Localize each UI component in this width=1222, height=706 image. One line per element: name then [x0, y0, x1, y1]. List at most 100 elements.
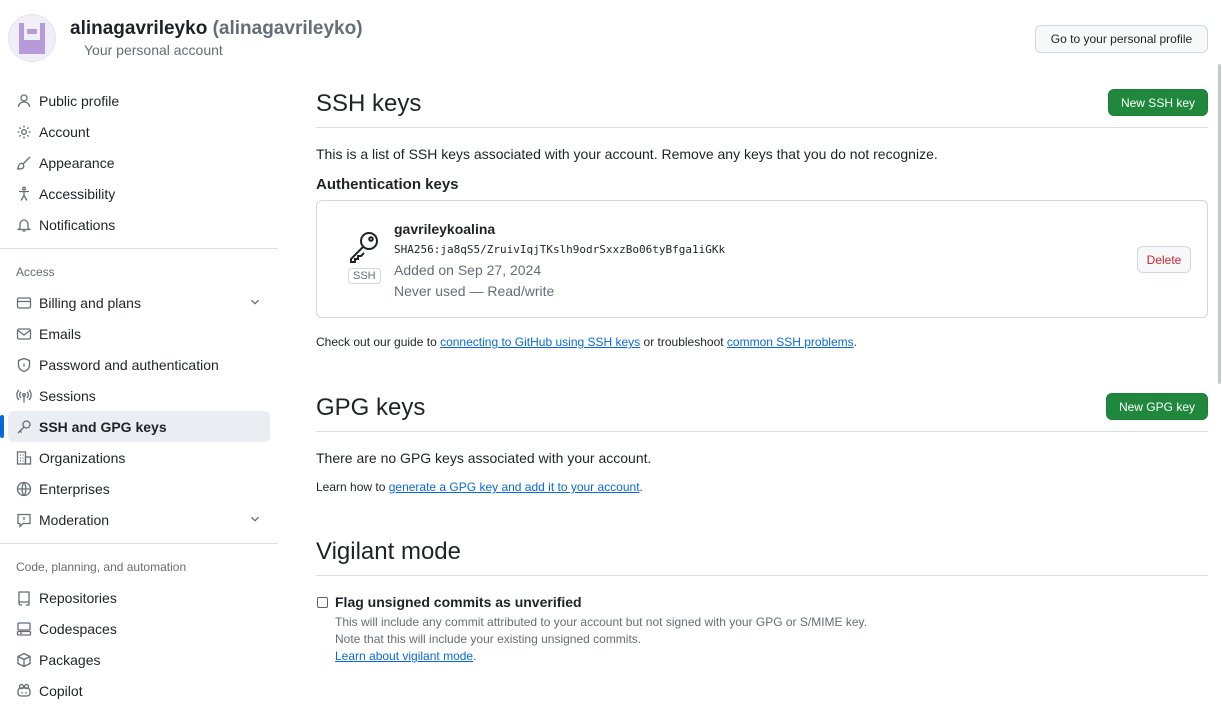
ssh-key-item: SSH gavrileykoalina SHA256:ja8qS5/ZruivI…: [316, 200, 1208, 318]
sidebar-item-label: Notifications: [39, 216, 116, 233]
common-ssh-problems-link[interactable]: common SSH problems: [727, 335, 854, 349]
sidebar-item-repositories[interactable]: Repositories: [0, 582, 280, 613]
vigilant-mode-title: Vigilant mode: [316, 538, 461, 565]
learn-prefix: Learn how to: [316, 480, 389, 494]
key-usage: Never used — Read/write: [394, 283, 555, 299]
sidebar-item-label: Codespaces: [39, 620, 117, 637]
credit-card-icon: [16, 295, 32, 311]
sidebar-item-packages[interactable]: Packages: [0, 644, 280, 675]
report-icon: [16, 512, 32, 528]
sidebar-item-appearance[interactable]: Appearance: [0, 147, 280, 178]
vigilant-line2: Note that this will include your existin…: [335, 632, 642, 646]
sidebar-item-label: Organizations: [39, 449, 126, 466]
sidebar-item-password[interactable]: Password and authentication: [0, 349, 280, 380]
sidebar-item-label: Moderation: [39, 511, 110, 528]
sidebar-item-label: Packages: [39, 651, 101, 668]
main-content: SSH keys New SSH key: [316, 85, 1208, 128]
sidebar-item-public-profile[interactable]: Public profile: [0, 85, 280, 116]
key-title: gavrileykoalina: [394, 221, 496, 237]
sidebar-item-organizations[interactable]: Organizations: [0, 442, 280, 473]
authentication-keys-heading: Authentication keys: [316, 176, 459, 193]
sidebar-item-copilot[interactable]: Copilot: [0, 675, 280, 706]
chevron-down-icon[interactable]: [248, 512, 262, 526]
gpg-learn-text: Learn how to generate a GPG key and add …: [316, 480, 643, 494]
ssh-guide-text: Check out our guide to connecting to Git…: [316, 335, 857, 349]
sidebar-item-label: Public profile: [39, 92, 120, 109]
sidebar-item-account[interactable]: Account: [0, 116, 280, 147]
gpg-keys-header: GPG keys New GPG key: [316, 389, 1208, 432]
vigilant-checkbox-label[interactable]: Flag unsigned commits as unverified: [335, 594, 582, 610]
sidebar-item-sessions[interactable]: Sessions: [0, 380, 280, 411]
sidebar-group-access: Access: [16, 265, 55, 279]
sidebar-item-moderation[interactable]: Moderation: [0, 504, 280, 535]
shield-lock-icon: [16, 357, 32, 373]
sidebar-item-label: Copilot: [39, 682, 83, 699]
sidebar-item-ssh-gpg-keys[interactable]: SSH and GPG keys: [0, 411, 270, 442]
learn-suffix: .: [639, 480, 643, 494]
accessibility-icon: [16, 186, 32, 202]
vigilant-checkbox-row: Flag unsigned commits as unverified: [317, 594, 582, 610]
new-gpg-key-button[interactable]: New GPG key: [1105, 393, 1208, 420]
sidebar-item-label: Account: [39, 123, 90, 140]
vigilant-line1: This will include any commit attributed …: [335, 615, 868, 629]
account-subtitle: Your personal account: [84, 42, 223, 58]
ssh-keys-header: SSH keys New SSH key: [316, 85, 1208, 128]
gpg-empty-text: There are no GPG keys associated with yo…: [316, 450, 652, 466]
sidebar-item-codespaces[interactable]: Codespaces: [0, 613, 280, 644]
vigilant-section: Vigilant mode: [316, 533, 1208, 576]
sidebar-item-label: Accessibility: [39, 185, 116, 202]
go-to-profile-button[interactable]: Go to your personal profile: [1035, 25, 1208, 53]
sidebar-item-billing[interactable]: Billing and plans: [0, 287, 280, 318]
new-ssh-key-button[interactable]: New SSH key: [1107, 89, 1208, 116]
gpg-section: GPG keys New GPG key: [316, 389, 1208, 432]
delete-key-button[interactable]: Delete: [1137, 246, 1191, 273]
sidebar-item-notifications[interactable]: Notifications: [0, 209, 280, 240]
settings-sidebar: Public profile Account Appearance Access…: [0, 85, 280, 706]
bell-icon: [16, 217, 32, 233]
vigilant-mode-header: Vigilant mode: [316, 533, 1208, 576]
guide-middle: or troubleshoot: [640, 335, 727, 349]
key-icon: [16, 419, 32, 435]
codespaces-icon: [16, 621, 32, 637]
sidebar-item-label: Emails: [39, 325, 82, 342]
sidebar-item-label: Repositories: [39, 589, 117, 606]
generate-gpg-key-link[interactable]: generate a GPG key and add it to your ac…: [389, 480, 640, 494]
sidebar-item-label: SSH and GPG keys: [39, 418, 167, 435]
sidebar-item-accessibility[interactable]: Accessibility: [0, 178, 280, 209]
vigilant-description: This will include any commit attributed …: [335, 614, 867, 665]
repo-icon: [16, 590, 32, 606]
sidebar-divider: [0, 248, 278, 249]
sidebar-item-label: Appearance: [39, 154, 115, 171]
key-icon: [346, 229, 382, 265]
sidebar-item-label: Billing and plans: [39, 294, 141, 311]
ssh-badge: SSH: [348, 268, 381, 284]
key-fingerprint: SHA256:ja8qS5/ZruivIqjTKslh9odrSxxzBo06t…: [394, 243, 726, 256]
mail-icon: [16, 326, 32, 342]
copilot-icon: [16, 683, 32, 699]
ssh-description: This is a list of SSH keys associated wi…: [316, 146, 938, 162]
person-icon: [16, 93, 32, 109]
paintbrush-icon: [16, 155, 32, 171]
sidebar-item-label: Enterprises: [39, 480, 110, 497]
login: (alinagavrileyko): [212, 18, 363, 39]
gear-icon: [16, 124, 32, 140]
sidebar-item-label: Password and authentication: [39, 356, 219, 373]
username: alinagavrileyko: [70, 18, 208, 39]
sidebar-divider: [0, 543, 278, 544]
organization-icon: [16, 450, 32, 466]
vigilant-checkbox[interactable]: [317, 596, 328, 608]
sidebar-item-emails[interactable]: Emails: [0, 318, 280, 349]
guide-prefix: Check out our guide to: [316, 335, 441, 349]
scrollbar[interactable]: [1218, 64, 1221, 384]
sidebar-item-label: Sessions: [39, 387, 96, 404]
avatar[interactable]: [8, 14, 56, 62]
package-icon: [16, 652, 32, 668]
connecting-ssh-link[interactable]: connecting to GitHub using SSH keys: [440, 335, 640, 349]
key-added-date: Added on Sep 27, 2024: [394, 262, 542, 278]
vigilant-link-suffix: .: [473, 649, 477, 663]
sidebar-item-enterprises[interactable]: Enterprises: [0, 473, 280, 504]
chevron-down-icon[interactable]: [248, 295, 262, 309]
vigilant-mode-link[interactable]: Learn about vigilant mode: [335, 649, 473, 663]
gpg-keys-title: GPG keys: [316, 394, 426, 421]
ssh-keys-title: SSH keys: [316, 90, 422, 117]
